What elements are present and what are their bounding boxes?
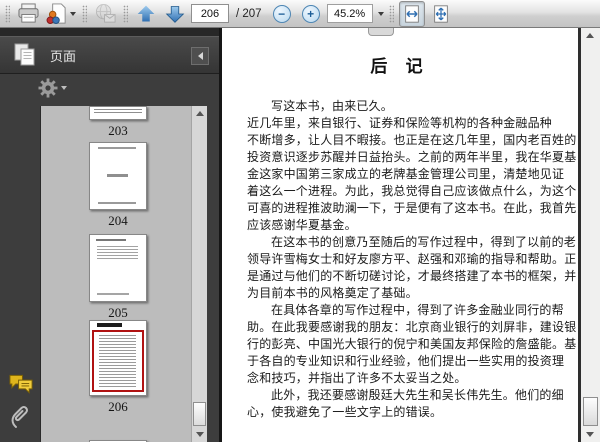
document-text-line: 助。在此我要感谢我的朋友：北京商业银行的刘屏非，建设银	[247, 320, 577, 334]
document-text-line: 是通过与他们的不断切磋讨论，才最终搭建了本书的框架，并	[247, 269, 577, 283]
total-pages-label: / 207	[236, 7, 262, 20]
thumbnail-scrollbar-thumb[interactable]	[193, 402, 206, 426]
document-text-line: 写这本书，由来已久。	[271, 99, 394, 113]
collaborate-globe-icon	[95, 3, 116, 23]
pages-sidebar: 页面 203 204 205 206	[0, 28, 222, 442]
scroll-up-arrow-icon[interactable]	[586, 33, 594, 38]
main-toolbar: / 207 − + 45.2%	[0, 0, 600, 28]
thumbnail-scrollbar[interactable]	[191, 106, 207, 442]
scroll-down-arrow-icon[interactable]	[196, 432, 204, 437]
document-text-line: 于各自的专业知识和行业经验，他们提出一些实用的投资理	[247, 354, 565, 368]
gear-options-icon	[38, 78, 58, 98]
document-text-line: 在这本书的创意乃至随后的写作过程中，得到了以前的老	[271, 235, 577, 249]
scroll-down-arrow-icon[interactable]	[586, 432, 594, 437]
thumbnail-page-preview[interactable]	[89, 142, 147, 210]
toolbar-pull-tab[interactable]	[368, 28, 394, 36]
document-text-line: 投资意识逐步苏醒并日益抬头。之前的两年半里，我在华夏基	[247, 150, 577, 164]
zoom-dropdown-caret-icon[interactable]	[377, 11, 384, 16]
toolbar-grip[interactable]	[5, 4, 10, 23]
page-down-arrow-icon	[165, 5, 185, 23]
thumbnail-page-number[interactable]: 206	[89, 399, 147, 415]
toolbar-grip[interactable]	[82, 4, 87, 23]
thumbnail-text-sketch	[106, 174, 129, 177]
page-thumbnail[interactable]: 205	[89, 234, 147, 321]
thumbnail-text-sketch	[98, 147, 137, 149]
current-page-input[interactable]	[191, 4, 229, 23]
zoom-in-icon: +	[301, 4, 320, 23]
thumbnail-text-sketch	[95, 239, 127, 241]
pdf-reader-window: / 207 − + 45.2%	[0, 0, 600, 442]
document-text-line: 行的彭亮、中国光大银行的倪宁和美国友邦保险的詹盛能。基	[247, 337, 577, 351]
zoom-level-value[interactable]: 45.2%	[326, 4, 373, 23]
document-text-line: 念和技巧，并指出了许多不太妥当之处。	[247, 371, 467, 385]
page-thumbnail[interactable]: 206	[89, 320, 147, 415]
collapse-panel-button[interactable]	[191, 47, 209, 65]
document-text-line: 此外，我还要感谢殷廷大先生和吴长伟先生。他们的细	[271, 388, 564, 402]
fit-page-button[interactable]	[428, 1, 454, 27]
page-up-arrow-icon	[137, 5, 155, 22]
scroll-up-arrow-icon[interactable]	[196, 111, 204, 116]
previous-page-button[interactable]	[133, 1, 159, 27]
page-thumbnail[interactable]: 203	[89, 106, 147, 139]
fit-width-button[interactable]	[398, 0, 425, 27]
thumbnail-options-control[interactable]	[38, 78, 67, 98]
fit-page-icon	[433, 4, 448, 23]
document-text-line: 为目前本书的风格奠定了基础。	[247, 286, 418, 300]
current-view-indicator	[92, 330, 144, 392]
collaborate-button-disabled	[92, 1, 118, 27]
collapse-left-icon	[197, 52, 203, 60]
options-dropdown-caret-icon	[61, 86, 67, 90]
thumbnail-text-sketch	[96, 246, 139, 259]
next-page-button[interactable]	[162, 1, 188, 27]
pages-panel-title: 页面	[50, 48, 77, 64]
comments-icon	[9, 374, 33, 394]
thumbnail-page-number[interactable]: 205	[89, 305, 147, 321]
fit-width-icon	[404, 4, 419, 23]
print-icon	[17, 3, 39, 23]
toolbar-grip[interactable]	[123, 4, 128, 23]
share-dropdown-caret-icon[interactable]	[70, 11, 76, 16]
pages-panel-icon	[14, 43, 35, 66]
pages-panel-header: 页面	[0, 36, 219, 74]
thumbnail-page-number[interactable]: 204	[89, 213, 147, 229]
document-scrollbar[interactable]	[578, 28, 600, 442]
thumbnail-panel: 203 204 205 206	[40, 106, 207, 442]
share-document-button[interactable]	[44, 1, 77, 27]
thumbnail-text-sketch	[94, 109, 142, 115]
paperclip-icon	[11, 406, 28, 428]
chapter-title: 后 记	[370, 57, 430, 76]
comments-panel-button[interactable]	[8, 373, 34, 401]
document-text-line: 金这家中国第三家成立的老牌基金管理公司里，清楚地见证	[247, 167, 565, 181]
zoom-in-button[interactable]: +	[298, 1, 324, 27]
zoom-out-icon: −	[272, 4, 291, 23]
document-text-line: 领导许雪梅女士和好友廖方平、赵强和邓瑜的指导和帮助。正	[247, 252, 577, 266]
print-button[interactable]	[15, 1, 41, 27]
thumbnail-page-preview[interactable]	[89, 234, 147, 302]
document-text-line: 应该感谢华夏基金。	[247, 218, 357, 232]
share-document-icon	[46, 3, 66, 24]
document-text-line: 近几年里，来自银行、证券和保险等机构的各种金融品种	[247, 116, 553, 130]
thumbnail-text-sketch	[98, 202, 137, 204]
thumbnail-page-preview[interactable]	[89, 106, 147, 120]
thumbnail-page-number[interactable]: 203	[89, 123, 147, 139]
zoom-out-button[interactable]: −	[269, 1, 295, 27]
document-text-line: 心，使我避免了一些文字上的错误。	[247, 405, 443, 419]
thumbnail-text-sketch	[96, 293, 130, 295]
document-text-line: 在具体各章的写作过程中，得到了许多金融业同行的帮	[271, 303, 564, 317]
document-page-view[interactable]: 后 记 写这本书，由来已久。 近几年里，来自银行、证券和保险等机构的各种金融品种…	[222, 28, 600, 442]
document-text-line: 可喜的进程推波助澜一下，于是便有了这本书。在此，我首先	[247, 201, 577, 215]
toolbar-grip[interactable]	[388, 4, 394, 23]
page-thumbnail[interactable]: 204	[89, 142, 147, 229]
document-text-line: 着这么一个进程。为此，我总觉得自己应该做点什么，为这个	[247, 184, 577, 198]
document-text-line: 不断增多，让人目不暇接。也正是在这几年里，国内老百姓的	[247, 133, 577, 147]
sidebar-top-strip	[0, 28, 219, 36]
document-text-block: 写这本书，由来已久。 近几年里，来自银行、证券和保险等机构的各种金融品种 不断增…	[247, 98, 577, 421]
attachments-panel-button[interactable]	[8, 403, 32, 436]
document-scrollbar-thumb[interactable]	[583, 397, 598, 426]
thumbnail-page-preview[interactable]	[89, 320, 147, 396]
thumbnail-header-bar	[96, 323, 123, 327]
